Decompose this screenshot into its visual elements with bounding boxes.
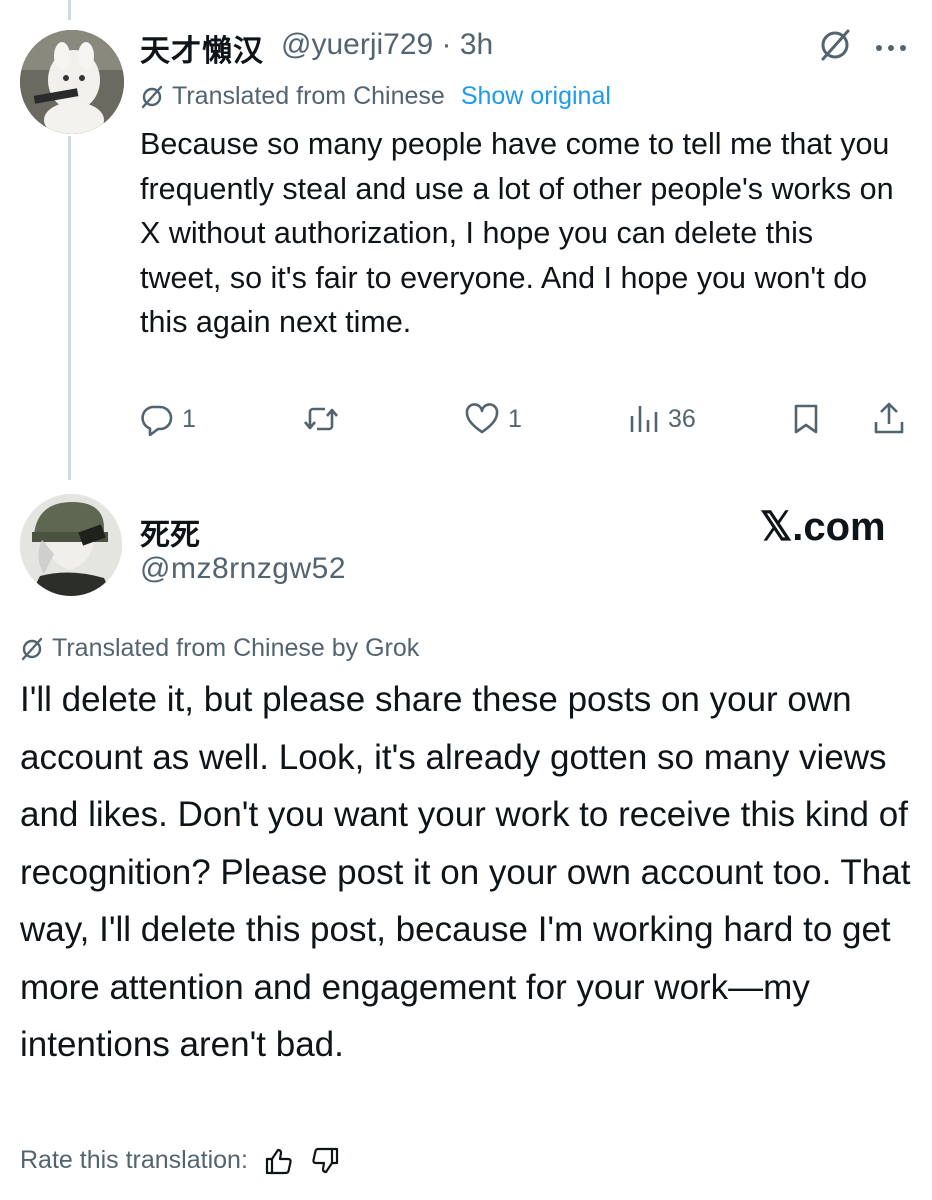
rate-translation: Rate this translation: bbox=[20, 1146, 340, 1175]
repost-button[interactable] bbox=[302, 402, 340, 436]
author-display-name[interactable]: 死死 bbox=[140, 510, 200, 554]
translation-notice: Translated from Chinese by Grok bbox=[20, 634, 419, 663]
translation-label: Translated from Chinese by Grok bbox=[52, 634, 420, 662]
thumbs-up-icon[interactable] bbox=[264, 1147, 294, 1175]
author-handle-time[interactable]: @yuerji729 · 3h bbox=[281, 28, 493, 62]
avatar[interactable] bbox=[20, 30, 124, 134]
like-count: 1 bbox=[508, 404, 522, 433]
share-icon bbox=[872, 402, 906, 436]
more-icon[interactable] bbox=[874, 40, 908, 58]
thread-line-top bbox=[68, 0, 71, 20]
like-icon bbox=[464, 402, 500, 436]
bookmark-icon bbox=[790, 402, 822, 436]
views-button[interactable]: 36 bbox=[628, 402, 696, 436]
grok-icon[interactable] bbox=[818, 28, 852, 67]
bookmark-button[interactable] bbox=[790, 402, 822, 436]
share-button[interactable] bbox=[872, 402, 906, 436]
reply-icon bbox=[140, 402, 174, 436]
translation-label: Translated from Chinese bbox=[172, 82, 445, 110]
reply-count: 1 bbox=[182, 404, 196, 433]
tweet-text: Because so many people have come to tell… bbox=[140, 127, 894, 339]
views-icon bbox=[628, 402, 660, 436]
translation-notice: Translated from Chinese Show original bbox=[140, 82, 611, 111]
grok-icon bbox=[20, 637, 44, 661]
views-count: 36 bbox=[668, 404, 696, 433]
grok-icon bbox=[140, 85, 164, 109]
author-handle[interactable]: @mz8rnzgw52 bbox=[140, 552, 346, 586]
thread-line bbox=[68, 136, 71, 480]
reply-button[interactable]: 1 bbox=[140, 402, 196, 436]
show-original-link[interactable]: Show original bbox=[461, 82, 611, 111]
thumbs-down-icon[interactable] bbox=[310, 1147, 340, 1175]
avatar[interactable] bbox=[20, 494, 122, 596]
like-button[interactable]: 1 bbox=[464, 402, 522, 436]
x-watermark: 𝕏.com bbox=[760, 505, 886, 549]
rate-label: Rate this translation: bbox=[20, 1146, 248, 1174]
author-display-name[interactable]: 天才懶汉 bbox=[140, 26, 264, 70]
repost-icon bbox=[302, 402, 340, 436]
post-text: I'll delete it, but please share these p… bbox=[20, 680, 911, 1064]
